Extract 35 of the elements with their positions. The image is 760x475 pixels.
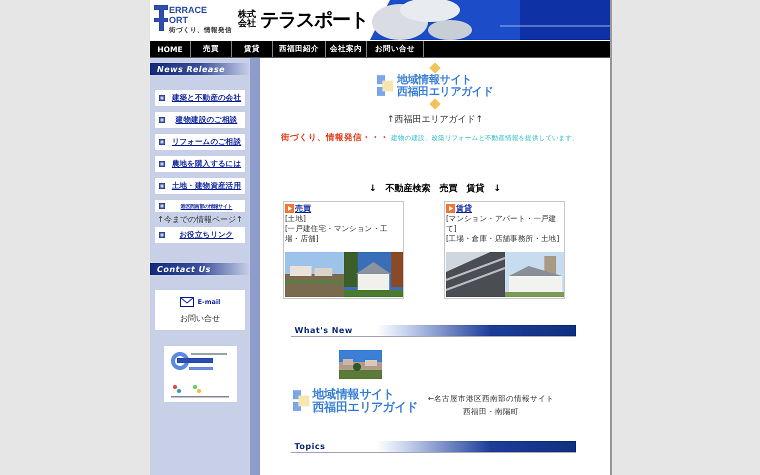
section-heading: Topics xyxy=(290,441,576,453)
squares-logo-icon xyxy=(376,74,395,98)
section-heading: Contact Us xyxy=(150,263,250,275)
logo-text: 地域情報サイト xyxy=(396,74,473,86)
envelope-icon xyxy=(180,296,194,306)
archive-note: ↑今までの情報ページ↑ xyxy=(157,214,243,225)
search-heading: ↓ 不動産検索 売買 賃貸 ↓ xyxy=(368,182,502,195)
company-prefix: 株式 xyxy=(238,10,256,20)
section-heading: News Release xyxy=(150,63,250,75)
listing-link[interactable]: 売買 xyxy=(295,203,311,214)
t-logo-icon xyxy=(154,5,168,33)
logo-text: 地域情報サイト xyxy=(312,388,396,400)
logo-caption: ↑西福田エリアガイド↑ xyxy=(386,114,484,126)
square-bullet-icon xyxy=(159,117,165,123)
diamond-icon xyxy=(429,62,441,74)
company-prefix: 会社 xyxy=(238,20,256,30)
diamond-icon xyxy=(429,98,441,110)
squares-logo-icon xyxy=(292,388,310,412)
section-heading: What's New xyxy=(290,325,576,337)
square-bullet-icon xyxy=(159,203,165,209)
logo-text: 西福田エリアガイド xyxy=(396,86,494,98)
email-caption: お問い合せ xyxy=(180,312,220,324)
logo-text: 西福田エリアガイド xyxy=(312,400,418,414)
square-bullet-icon xyxy=(159,95,165,101)
square-bullet-icon xyxy=(159,183,165,189)
square-bullet-icon xyxy=(159,161,165,167)
company-name: テラスポート xyxy=(260,8,368,33)
square-bullet-icon xyxy=(159,232,165,238)
logo-text: ORT xyxy=(169,15,189,25)
slogan: 街づくり、情報発信・・・ xyxy=(281,132,390,144)
play-icon xyxy=(446,204,455,213)
logo-text: ERRACE xyxy=(169,5,208,15)
square-bullet-icon xyxy=(159,139,165,145)
play-icon xyxy=(285,204,294,213)
listing-link[interactable]: 賃貸 xyxy=(456,203,472,214)
